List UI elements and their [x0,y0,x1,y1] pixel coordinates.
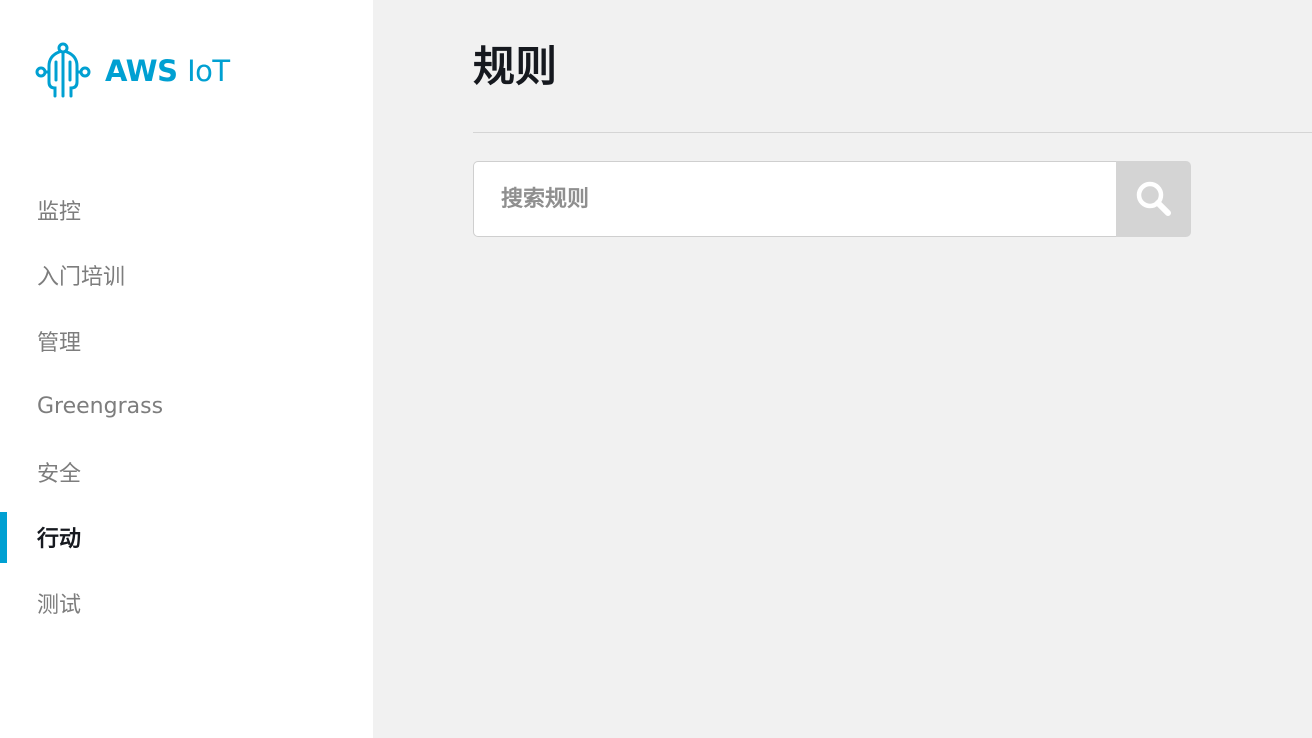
brand-name-light: IoT [187,54,230,88]
sidebar-item-test[interactable]: 测试 [0,570,373,636]
sidebar-item-greengrass[interactable]: Greengrass [0,374,373,440]
brand-name: AWS IoT [105,54,230,88]
sidebar-item-act[interactable]: 行动 [0,505,373,571]
sidebar-nav: 监控 入门培训 管理 Greengrass 安全 行动 测试 [0,177,373,636]
aws-iot-logo[interactable]: AWS IoT [35,42,230,100]
page-title: 规则 [473,42,558,91]
search-input[interactable] [473,161,1116,237]
sidebar-item-secure[interactable]: 安全 [0,439,373,505]
sidebar-item-manage[interactable]: 管理 [0,308,373,374]
main-content: 规则 [373,0,1312,738]
brand-name-bold: AWS [105,54,178,88]
title-divider [473,132,1312,133]
aws-iot-logo-icon [35,42,91,98]
app-window: AWS IoT 监控 入门培训 管理 Greengrass 安全 行动 测试 规… [0,0,1312,738]
rules-search [473,161,1191,237]
search-button[interactable] [1116,161,1191,237]
sidebar-item-monitor[interactable]: 监控 [0,177,373,243]
sidebar-item-onboarding[interactable]: 入门培训 [0,243,373,309]
sidebar: AWS IoT 监控 入门培训 管理 Greengrass 安全 行动 测试 [0,0,373,738]
search-icon [1136,181,1171,216]
